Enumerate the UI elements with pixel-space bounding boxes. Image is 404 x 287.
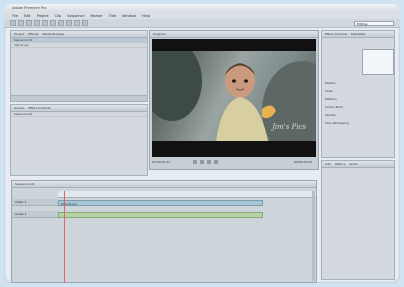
- effect-preview-box: [362, 49, 394, 75]
- tab-source[interactable]: Source: [14, 106, 24, 110]
- pen-tool-icon[interactable]: [66, 20, 72, 26]
- razor-tool-icon[interactable]: [50, 20, 56, 26]
- info-panel: Info History Audio: [321, 160, 395, 280]
- menu-sequence[interactable]: Sequence: [67, 14, 84, 18]
- slip-tool-icon[interactable]: [58, 20, 64, 26]
- source-panel: Source Effect Controls Sequence 01: [10, 104, 148, 176]
- effect-controls-header: Effect Controls Metadata: [322, 31, 394, 38]
- tab-audio[interactable]: Audio: [349, 162, 358, 166]
- menu-window[interactable]: Window: [122, 14, 136, 18]
- window-title: Adobe Premiere Pro: [12, 6, 47, 10]
- current-timecode: 00:00:02:21: [152, 160, 171, 164]
- field-time-remapping[interactable]: Time Remapping: [322, 121, 395, 125]
- loop-icon[interactable]: [214, 160, 219, 164]
- field-opacity[interactable]: Opacity: [322, 113, 395, 117]
- time-ruler[interactable]: [58, 191, 316, 198]
- effect-controls-panel: Effect Controls Metadata Position Scale …: [321, 30, 395, 158]
- timeline-panel: Sequence 01 Video 1 Audio 1 Clip 01.avi: [11, 180, 317, 283]
- title-bar: Adobe Premiere Pro: [4, 4, 400, 12]
- project-panel: Project Effects Media Browser Sequence 0…: [10, 30, 148, 102]
- track-audio-1[interactable]: Audio 1: [12, 211, 58, 218]
- tab-project[interactable]: Project: [14, 32, 24, 36]
- track-video-1[interactable]: Video 1: [12, 199, 58, 206]
- tab-metadata[interactable]: Metadata: [351, 32, 365, 36]
- timeline-scrollbar[interactable]: [312, 191, 315, 281]
- tab-effects[interactable]: Effects: [28, 32, 38, 36]
- workspace-selector[interactable]: Editing: [354, 20, 394, 26]
- step-back-icon[interactable]: [193, 160, 198, 164]
- tab-history[interactable]: History: [335, 162, 346, 166]
- tools-toolbar: Editing: [4, 19, 400, 28]
- program-monitor-header: Program: [150, 31, 318, 38]
- field-scale[interactable]: Scale: [322, 89, 395, 93]
- info-panel-header: Info History Audio: [322, 161, 394, 168]
- timeline-header: Sequence 01: [12, 181, 316, 188]
- duration-timecode: 00:00:05:00: [293, 160, 312, 164]
- program-monitor: Program Jim's Pics 00:00:02:21 00:00:05:…: [149, 30, 319, 170]
- project-panel-header: Project Effects Media Browser: [11, 31, 147, 38]
- video-clip[interactable]: Clip 01.avi: [58, 200, 263, 206]
- rolling-edit-tool-icon[interactable]: [34, 20, 40, 26]
- selection-tool-icon[interactable]: [10, 20, 16, 26]
- project-panel-footer: [11, 95, 147, 101]
- track-select-tool-icon[interactable]: [18, 20, 24, 26]
- audio-clip[interactable]: [58, 212, 263, 218]
- rate-stretch-tool-icon[interactable]: [42, 20, 48, 26]
- tab-media-browser[interactable]: Media Browser: [42, 32, 64, 36]
- video-frame-image: Jim's Pics: [152, 51, 316, 141]
- source-panel-header: Source Effect Controls: [11, 105, 147, 112]
- menu-edit[interactable]: Edit: [24, 14, 31, 18]
- menu-project[interactable]: Project: [37, 14, 49, 18]
- tab-sequence[interactable]: Sequence 01: [15, 182, 35, 186]
- play-icon[interactable]: [200, 160, 205, 164]
- menu-marker[interactable]: Marker: [91, 14, 103, 18]
- menu-clip[interactable]: Clip: [55, 14, 62, 18]
- hand-tool-icon[interactable]: [74, 20, 80, 26]
- transport-controls: 00:00:02:21 00:00:05:00: [152, 158, 316, 166]
- source-item[interactable]: Sequence 01: [11, 112, 147, 117]
- field-anchor-point[interactable]: Anchor Point: [322, 105, 395, 109]
- application-window: Adobe Premiere Pro File Edit Project Cli…: [4, 4, 400, 283]
- menu-file[interactable]: File: [12, 14, 18, 18]
- playhead[interactable]: [64, 191, 65, 283]
- menu-bar: File Edit Project Clip Sequence Marker T…: [4, 12, 400, 19]
- tab-program[interactable]: Program: [153, 32, 166, 36]
- watermark-text: Jim's Pics: [272, 123, 306, 131]
- zoom-tool-icon[interactable]: [82, 20, 88, 26]
- menu-help[interactable]: Help: [142, 14, 150, 18]
- tab-effect-controls[interactable]: Effect Controls: [28, 106, 50, 110]
- menu-title[interactable]: Title: [109, 14, 117, 18]
- project-item[interactable]: Clip 01.avi: [11, 43, 147, 48]
- tab-info[interactable]: Info: [325, 162, 331, 166]
- tab-effect-controls-right[interactable]: Effect Controls: [325, 32, 347, 36]
- program-screen: Jim's Pics: [152, 39, 316, 157]
- ripple-edit-tool-icon[interactable]: [26, 20, 32, 26]
- step-forward-icon[interactable]: [207, 160, 212, 164]
- field-rotation[interactable]: Rotation: [322, 97, 395, 101]
- field-position[interactable]: Position: [322, 81, 395, 85]
